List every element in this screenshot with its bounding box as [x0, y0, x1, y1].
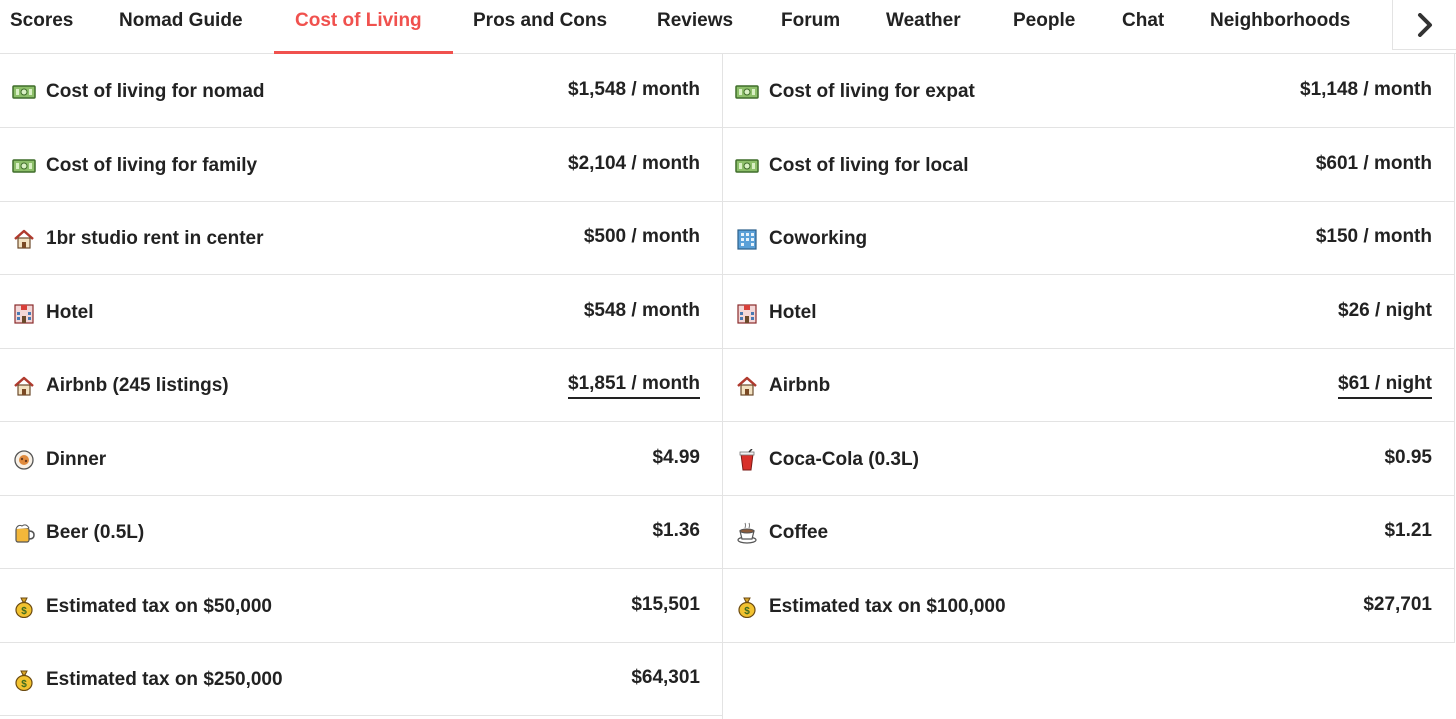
row-value: $27,701 [1363, 594, 1432, 615]
svg-text:$: $ [744, 606, 750, 617]
row-coffee: Coffee $1.21 [723, 496, 1454, 569]
tab-reviews[interactable]: Reviews [657, 0, 733, 54]
row-label: Airbnb (245 listings) [46, 375, 229, 396]
row-value: $1,548 / month [568, 79, 700, 100]
row-label: Coca-Cola (0.3L) [769, 449, 919, 470]
row-tax-50000: $ Estimated tax on $50,000 $15,501 [0, 570, 722, 643]
cup-icon [735, 449, 759, 471]
row-value: $1.36 [652, 520, 700, 541]
row-value: $2,104 / month [568, 153, 700, 174]
hotel-icon [12, 302, 36, 324]
money-bag-icon: $ [735, 596, 759, 618]
chevron-right-icon [1417, 12, 1432, 37]
money-icon [735, 81, 759, 103]
tab-forum[interactable]: Forum [781, 0, 840, 54]
row-nomad: Cost of living for nomad $1,548 / month [0, 55, 722, 128]
row-studio: 1br studio rent in center $500 / month [0, 202, 722, 275]
row-label: Cost of living for family [46, 155, 258, 176]
row-label: Cost of living for expat [769, 81, 975, 102]
house-icon [12, 375, 36, 397]
coffee-icon [735, 522, 759, 544]
airbnb-month-link[interactable]: $1,851 / month [568, 373, 700, 399]
row-value: $548 / month [583, 300, 700, 321]
row-cola: Coca-Cola (0.3L) $0.95 [723, 423, 1454, 496]
svg-text:$: $ [21, 606, 27, 617]
row-value: $15,501 [631, 594, 700, 615]
row-hotel-month: Hotel $548 / month [0, 276, 722, 349]
money-icon [12, 155, 36, 177]
row-local: Cost of living for local $601 / month [723, 129, 1454, 202]
house-icon [735, 375, 759, 397]
row-value: $1.21 [1384, 520, 1432, 541]
hotel-icon [735, 302, 759, 324]
tab-people[interactable]: People [1013, 0, 1075, 54]
row-label: Coworking [769, 228, 868, 249]
row-label: Cost of living for local [769, 155, 969, 176]
money-bag-icon: $ [12, 596, 36, 618]
row-label: Beer (0.5L) [46, 522, 145, 543]
row-coworking: Coworking $150 / month [723, 202, 1454, 275]
money-icon [12, 81, 36, 103]
row-beer: Beer (0.5L) $1.36 [0, 496, 722, 569]
row-label: Airbnb [769, 375, 831, 396]
tab-pros-and-cons[interactable]: Pros and Cons [473, 0, 607, 54]
tabs-next-button[interactable] [1392, 0, 1456, 50]
airbnb-night-link[interactable]: $61 / night [1338, 373, 1432, 399]
tab-weather[interactable]: Weather [886, 0, 961, 54]
tab-neighborhoods[interactable]: Neighborhoods [1210, 0, 1350, 54]
row-value: $0.95 [1384, 447, 1432, 468]
money-bag-icon: $ [12, 669, 36, 691]
row-value: $1,148 / month [1300, 79, 1432, 100]
row-value: $26 / night [1338, 300, 1432, 321]
row-label: Hotel [46, 302, 94, 323]
row-label: Dinner [46, 449, 107, 470]
row-airbnb-night: Airbnb $61 / night [723, 349, 1454, 422]
row-label: Estimated tax on $50,000 [46, 596, 272, 617]
row-label: 1br studio rent in center [46, 228, 264, 249]
row-label: Estimated tax on $250,000 [46, 669, 283, 690]
row-value: $150 / month [1315, 226, 1432, 247]
row-airbnb-month: Airbnb (245 listings) $1,851 / month [0, 349, 722, 422]
row-hotel-night: Hotel $26 / night [723, 276, 1454, 349]
row-family: Cost of living for family $2,104 / month [0, 129, 722, 202]
tab-scores[interactable]: Scores [10, 0, 73, 54]
tab-cost-of-living[interactable]: Cost of Living [274, 0, 453, 54]
row-label: Hotel [769, 302, 817, 323]
beer-icon [12, 522, 36, 544]
row-value: $4.99 [652, 447, 700, 468]
row-label: Coffee [769, 522, 829, 543]
row-value: $64,301 [631, 667, 700, 688]
row-tax-100000: $ Estimated tax on $100,000 $27,701 [723, 570, 1454, 643]
money-icon [735, 155, 759, 177]
office-building-icon [735, 228, 759, 250]
row-tax-250000: $ Estimated tax on $250,000 $64,301 [0, 643, 722, 716]
row-value: $500 / month [583, 226, 700, 247]
tab-bar: Scores Nomad Guide Cost of Living Pros a… [0, 0, 1456, 54]
house-icon [12, 228, 36, 250]
row-dinner: Dinner $4.99 [0, 423, 722, 496]
row-expat: Cost of living for expat $1,148 / month [723, 55, 1454, 128]
tab-chat[interactable]: Chat [1122, 0, 1164, 54]
row-label: Cost of living for nomad [46, 81, 265, 102]
table-right-border [1454, 54, 1455, 643]
dinner-icon [12, 449, 36, 471]
svg-text:$: $ [21, 679, 27, 690]
tab-nomad-guide[interactable]: Nomad Guide [119, 0, 243, 54]
row-label: Estimated tax on $100,000 [769, 596, 1006, 617]
row-value: $601 / month [1315, 153, 1432, 174]
